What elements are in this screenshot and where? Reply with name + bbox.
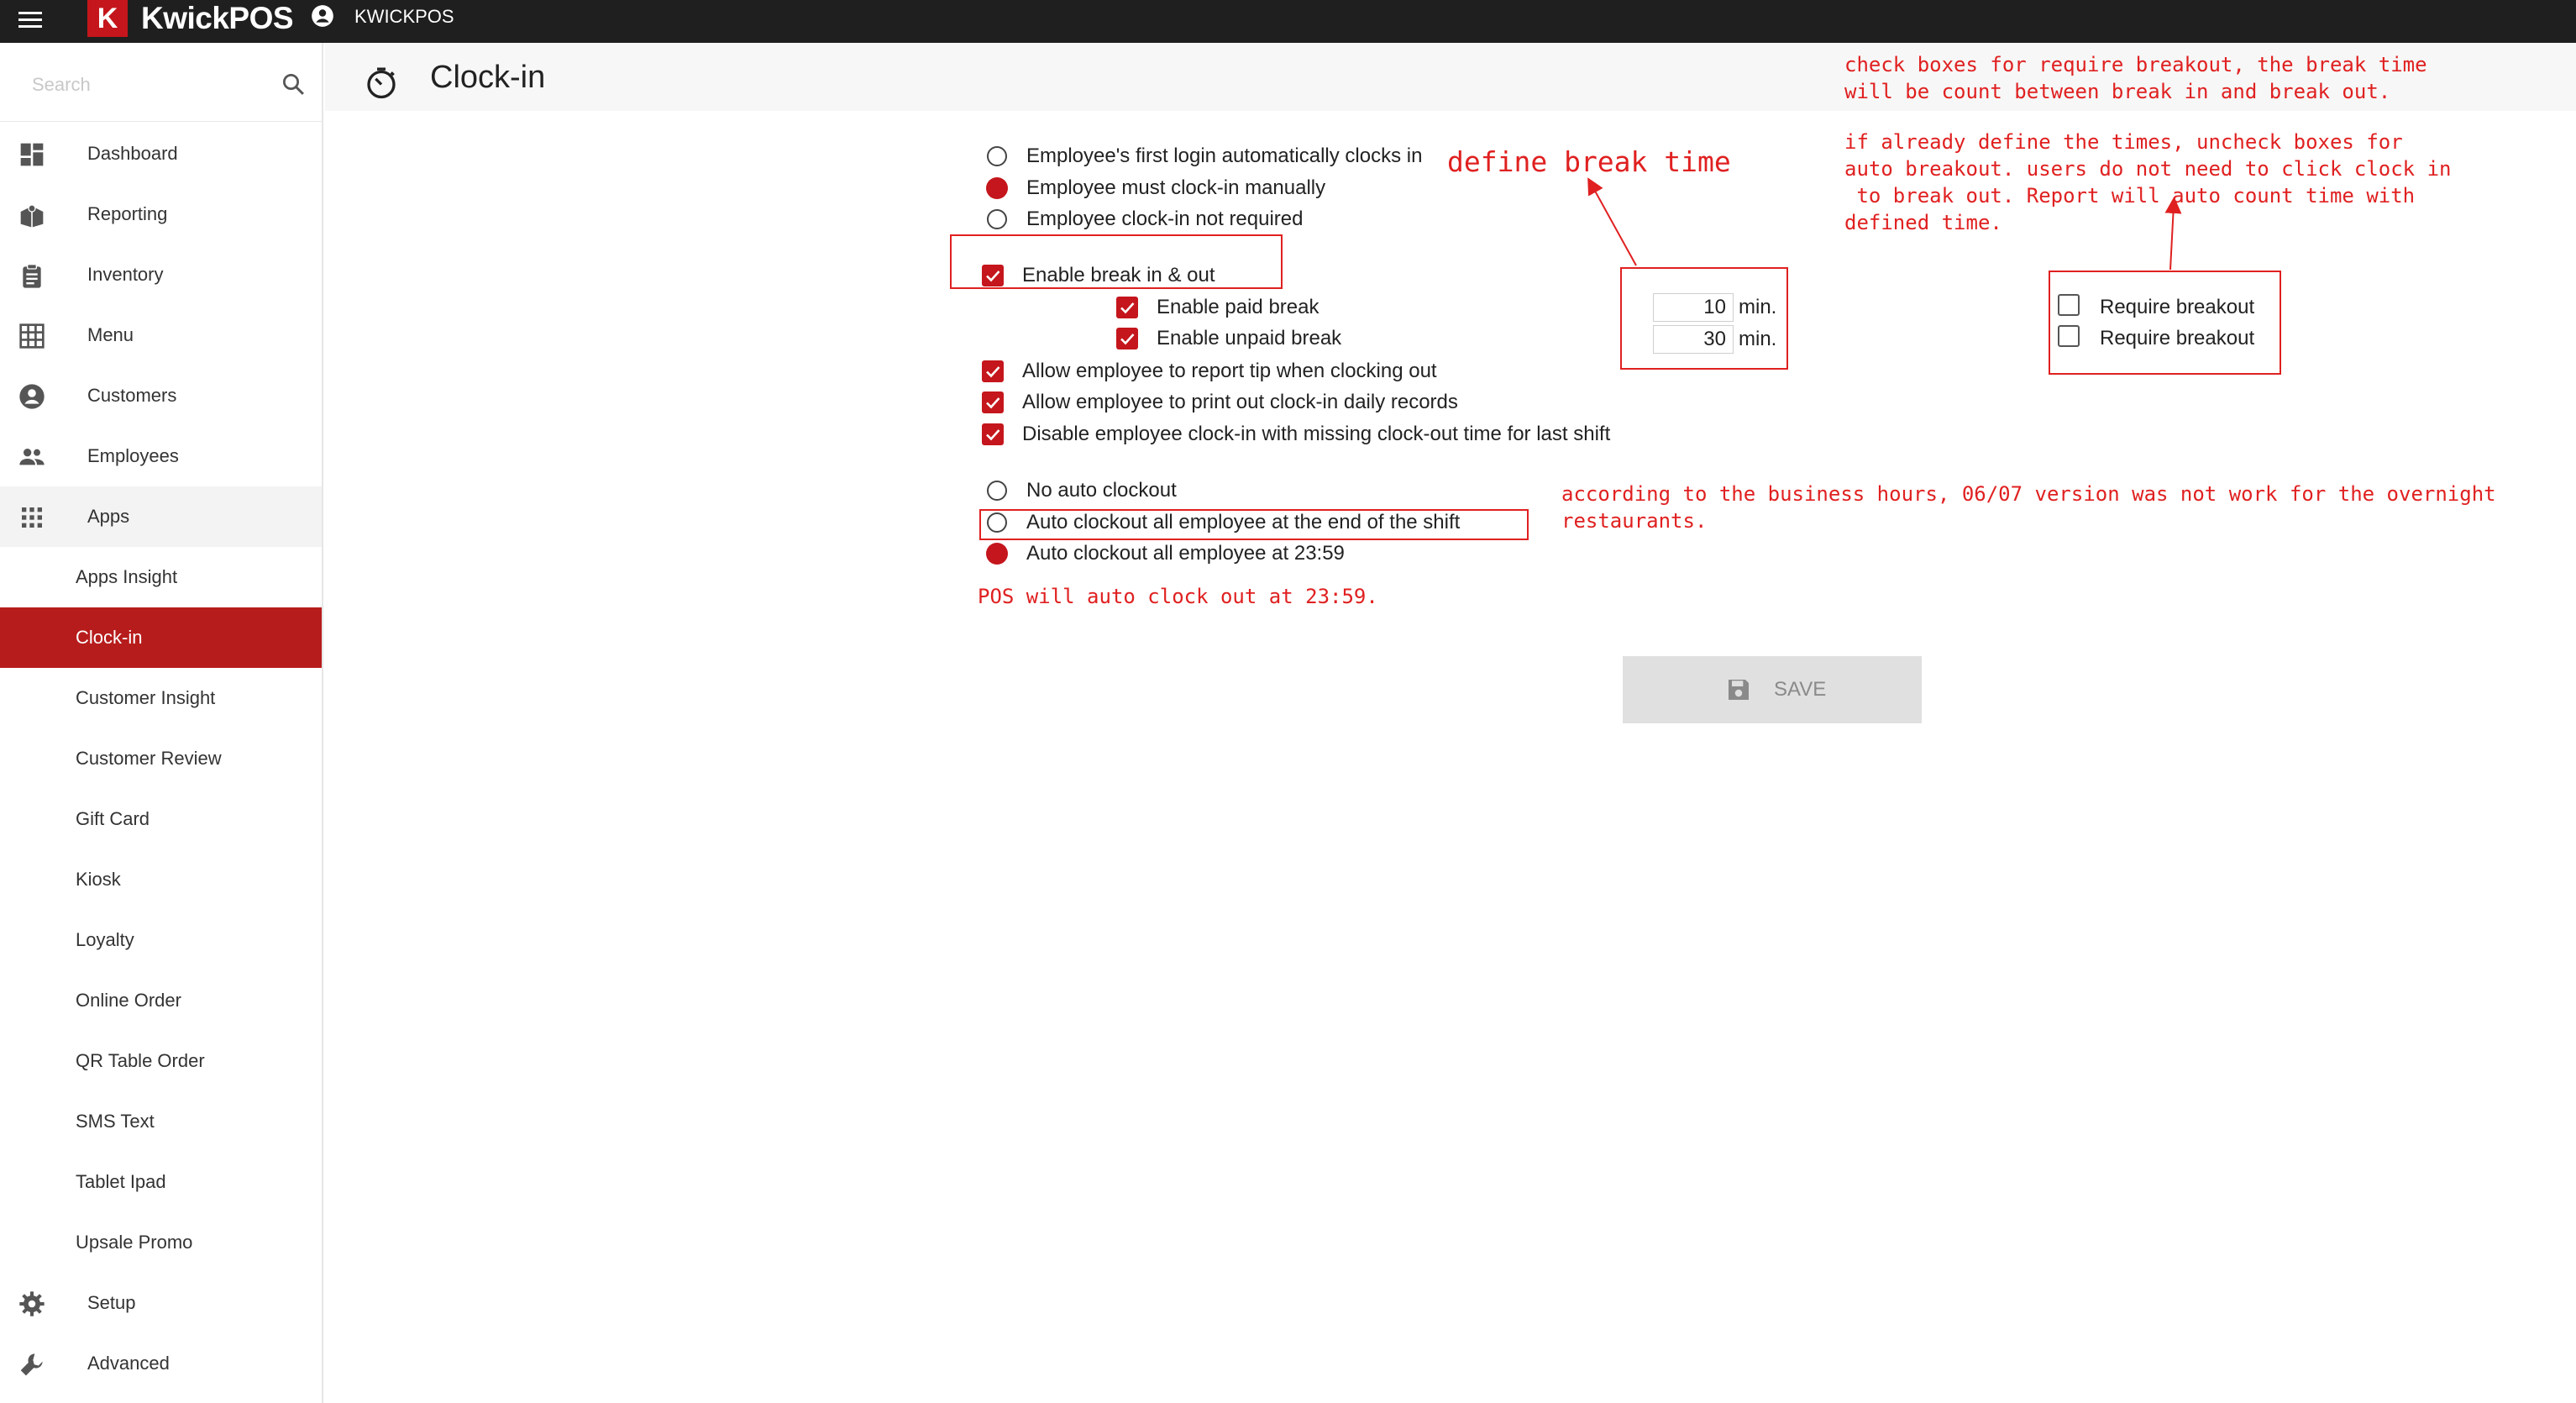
checkbox-label: Allow employee to print out clock-in dai…	[1022, 391, 1458, 413]
annotation-box-enable-break	[950, 234, 1283, 289]
radio-clock-in-manually[interactable]	[986, 177, 1008, 199]
app-name: KwickPOS	[141, 1, 294, 35]
sidebar-subitem-loyalty[interactable]: Loyalty	[0, 910, 322, 970]
sidebar-search	[0, 43, 322, 122]
sidebar-item-label: Apps Insight	[76, 566, 178, 587]
reporting-icon	[20, 204, 44, 228]
arrow-define-break	[1587, 177, 1637, 266]
radio-label: Employee must clock-in manually	[1026, 176, 1326, 199]
checkbox-disable-missing-clockout[interactable]	[982, 423, 1004, 445]
sidebar-item-employees[interactable]: Employees	[0, 426, 322, 486]
sidebar-item-label: Customer Review	[76, 748, 222, 769]
sidebar-subitem-customer-insight[interactable]: Customer Insight	[0, 668, 322, 728]
sidebar-item-apps[interactable]: Apps	[0, 486, 322, 547]
sidebar-item-label: Online Order	[76, 990, 181, 1011]
sidebar: Dashboard Reporting Inventory	[0, 43, 323, 1403]
apps-icon	[22, 507, 42, 528]
sidebar-item-label: Upsale Promo	[76, 1232, 193, 1253]
checkbox-report-tip[interactable]	[982, 360, 1004, 382]
radio-clockout-2359[interactable]	[986, 543, 1008, 565]
sidebar-subitem-online-order[interactable]: Online Order	[0, 970, 322, 1031]
radio-first-login[interactable]	[987, 146, 1007, 166]
search-input[interactable]	[32, 68, 267, 102]
radio-no-auto-clockout[interactable]	[987, 481, 1007, 501]
sidebar-item-reporting[interactable]: Reporting	[0, 184, 322, 244]
annotation-define-break: define break time	[1447, 145, 1731, 178]
floppy-disk-icon	[1729, 680, 1749, 700]
sidebar-item-label: Employees	[87, 445, 179, 466]
annotation-box-require-breakout	[2049, 271, 2281, 375]
logo-mark: K	[87, 0, 128, 37]
sidebar-item-label: QR Table Order	[76, 1050, 205, 1071]
sidebar-item-label: Setup	[87, 1292, 136, 1313]
wrench-icon	[20, 1353, 43, 1376]
user-icon[interactable]	[311, 4, 334, 28]
checkbox-label: Allow employee to report tip when clocki…	[1022, 360, 1437, 382]
sidebar-item-advanced[interactable]: Advanced	[0, 1333, 322, 1394]
radio-label: Employee clock-in not required	[1026, 208, 1304, 230]
checkbox-label: Disable employee clock-in with missing c…	[1022, 423, 1611, 445]
sidebar-subitem-kiosk[interactable]: Kiosk	[0, 849, 322, 910]
sidebar-subitem-clock-in[interactable]: Clock-in	[0, 607, 322, 668]
sidebar-item-label: Clock-in	[76, 627, 143, 648]
sidebar-nav: Dashboard Reporting Inventory Menu Custo…	[0, 123, 322, 1394]
top-bar: K KwickPOS KWICKPOS	[0, 0, 2576, 43]
save-button[interactable]: SAVE	[1623, 656, 1922, 723]
checkbox-paid-break[interactable]	[1116, 297, 1138, 318]
annotation-box-end-of-shift	[979, 509, 1529, 540]
checkbox-print-records[interactable]	[982, 391, 1004, 413]
annotation-box-break-minutes	[1620, 267, 1788, 370]
sidebar-item-label: Customer Insight	[76, 687, 216, 708]
sidebar-item-label: Kiosk	[76, 869, 121, 890]
radio-clock-in-not-required[interactable]	[987, 209, 1007, 229]
menu-icon[interactable]	[18, 8, 42, 33]
sidebar-item-label: Menu	[87, 324, 134, 345]
sidebar-subitem-customer-review[interactable]: Customer Review	[0, 728, 322, 789]
sidebar-item-inventory[interactable]: Inventory	[0, 244, 322, 305]
annotation-require-note: check boxes for require breakout, the br…	[1844, 53, 2427, 103]
person-circle-icon	[19, 384, 45, 409]
sidebar-item-label: Advanced	[87, 1353, 170, 1374]
sidebar-subitem-tablet-ipad[interactable]: Tablet Ipad	[0, 1152, 322, 1212]
sidebar-item-label: SMS Text	[76, 1111, 155, 1132]
sidebar-subitem-sms-text[interactable]: SMS Text	[0, 1091, 322, 1152]
sidebar-item-customers[interactable]: Customers	[0, 365, 322, 426]
annotation-auto-note: if already define the times, uncheck box…	[1844, 130, 2452, 234]
radio-label: Auto clockout all employee at 23:59	[1026, 542, 1345, 565]
sidebar-subitem-apps-insight[interactable]: Apps Insight	[0, 547, 322, 607]
sidebar-item-label: Gift Card	[76, 808, 150, 829]
clipboard-icon	[23, 264, 41, 288]
sidebar-item-label: Customers	[87, 385, 177, 406]
people-icon	[19, 449, 45, 465]
radio-label: No auto clockout	[1026, 479, 1177, 502]
sidebar-subitem-gift-card[interactable]: Gift Card	[0, 789, 322, 849]
sidebar-item-dashboard[interactable]: Dashboard	[0, 123, 322, 184]
page-title: Clock-in	[430, 60, 546, 95]
checkbox-unpaid-break[interactable]	[1116, 328, 1138, 349]
sidebar-item-label: Reporting	[87, 203, 168, 224]
sidebar-subitem-qr-table-order[interactable]: QR Table Order	[0, 1031, 322, 1091]
sidebar-subitem-upsale-promo[interactable]: Upsale Promo	[0, 1212, 322, 1273]
user-name[interactable]: KWICKPOS	[354, 6, 454, 28]
search-icon[interactable]	[281, 71, 306, 97]
sidebar-item-menu[interactable]: Menu	[0, 305, 322, 365]
checkbox-label: Enable unpaid break	[1157, 327, 1342, 349]
sidebar-item-setup[interactable]: Setup	[0, 1273, 322, 1333]
save-label: SAVE	[1774, 678, 1827, 701]
checkbox-label: Enable paid break	[1157, 296, 1319, 318]
dashboard-icon	[20, 143, 44, 166]
annotation-pos-note: POS will auto clock out at 23:59.	[978, 585, 1378, 608]
gear-icon	[19, 1291, 45, 1316]
sidebar-item-label: Dashboard	[87, 143, 178, 164]
grid-icon	[19, 323, 45, 349]
timer-icon	[367, 67, 396, 99]
annotation-shift-note: according to the business hours, 06/07 v…	[1561, 482, 2496, 533]
sidebar-item-label: Inventory	[87, 264, 164, 285]
sidebar-item-label: Loyalty	[76, 929, 134, 950]
radio-label: Employee's first login automatically clo…	[1026, 145, 1423, 167]
sidebar-item-label: Apps	[87, 506, 130, 527]
sidebar-item-label: Tablet Ipad	[76, 1171, 166, 1192]
